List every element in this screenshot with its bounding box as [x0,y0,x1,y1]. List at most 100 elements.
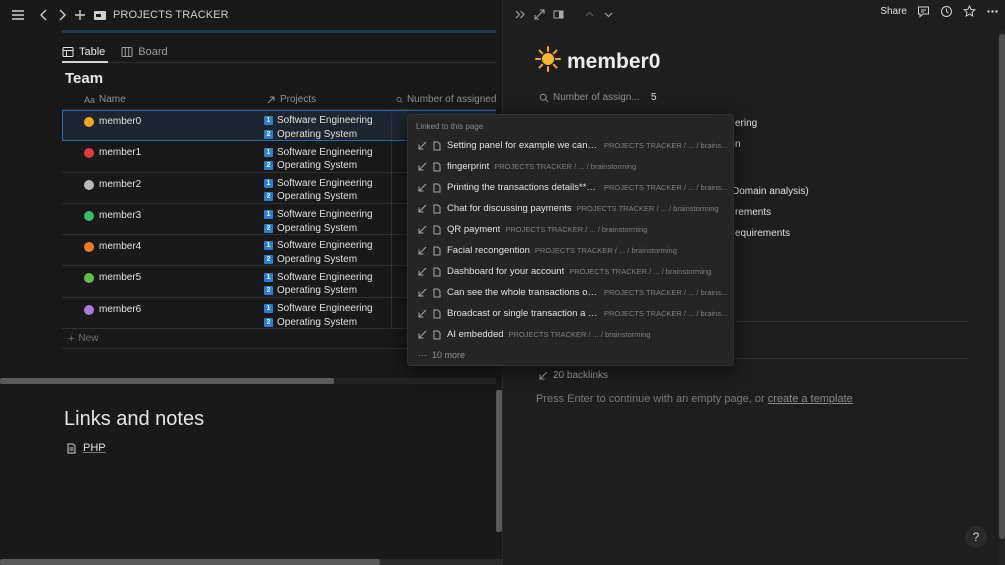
backlink-item[interactable]: Broadcast or single transaction a ti... P… [408,303,735,324]
cell-projects[interactable]: 1 Software Engineering 2 Operating System [260,297,392,329]
side-peek-icon[interactable] [551,7,566,22]
history-clock-icon[interactable] [940,5,953,18]
close-peek-icon[interactable] [513,7,528,22]
backlink-path: PROJECTS TRACKER / ... / brainstorming [505,225,648,234]
column-number-label: Number of assigned t [406,94,502,105]
backlink-item[interactable]: Can see the whole transactions ov... PROJ… [408,282,735,303]
project-relation[interactable]: 1 Software Engineering [264,302,391,316]
property-number-assigned[interactable]: Number of assign... 5 [539,92,657,103]
member-name[interactable]: member4 [99,241,141,252]
backlink-title: Setting panel for example we can t... [447,140,599,151]
tab-board[interactable]: Board [121,46,168,58]
member-name[interactable]: member6 [99,304,141,315]
left-bottom-scroll-track[interactable] [380,559,502,565]
cell-projects[interactable]: 1 Software Engineering 2 Operating System [260,141,392,173]
backlink-arrow-icon [418,162,427,171]
cell-name[interactable]: member5 [62,266,260,296]
forward-arrow-icon[interactable] [53,6,71,24]
cell-projects[interactable]: 1 Software Engineering 2 Operating System [260,172,392,204]
column-header-number[interactable]: Number of assigned t [392,94,502,105]
cell-projects[interactable]: 1 Software Engineering 2 Operating System [260,110,392,142]
cell-projects[interactable]: 1 Software Engineering 2 Operating System [260,266,392,298]
sun-icon[interactable] [535,46,561,72]
number-badge-icon: 1 [264,210,273,220]
sun-icon [84,117,94,127]
hamburger-menu-icon[interactable] [9,6,27,24]
project-relation[interactable]: 2 Operating System [264,128,391,142]
table-horizontal-scroll-thumb[interactable] [0,378,334,384]
member-name[interactable]: member5 [99,272,141,283]
database-title[interactable]: Team [65,70,103,87]
backlink-item[interactable]: Printing the transactions details**p... P… [408,177,735,198]
project-relation[interactable]: 2 Operating System [264,253,391,267]
plus-icon[interactable] [71,6,89,24]
show-more-button[interactable]: ··· 10 more [418,350,465,360]
chevron-up-icon[interactable] [582,7,597,22]
project-relation[interactable]: 2 Operating System [264,315,391,329]
project-name: Software Engineering [277,303,373,315]
project-relation[interactable]: 1 Software Engineering [264,177,391,191]
cell-name[interactable]: member0 [62,110,260,140]
more-options-icon[interactable] [986,5,999,18]
project-relation[interactable]: 1 Software Engineering [264,239,391,253]
backlink-item[interactable]: AI embedded PROJECTS TRACKER / ... / brai… [408,324,735,345]
project-relation[interactable]: 1 Software Engineering [264,208,391,222]
project-relation[interactable]: 2 Operating System [264,221,391,235]
project-relation[interactable]: 2 Operating System [264,190,391,204]
cell-name[interactable]: member2 [62,173,260,203]
cell-projects[interactable]: 1 Software Engineering 2 Operating System [260,203,392,235]
cell-name[interactable]: member3 [62,204,260,234]
right-vertical-scroll-thumb[interactable] [999,34,1005,539]
member-name[interactable]: member0 [99,116,141,127]
member-name[interactable]: member1 [99,147,141,158]
more-dots-icon: ··· [418,350,427,360]
cell-projects[interactable]: 1 Software Engineering 2 Operating System [260,235,392,267]
project-name: Software Engineering [277,177,373,189]
search-icon [539,93,549,102]
chevron-down-icon[interactable] [601,7,616,22]
text-property-icon: Aa [84,94,96,105]
expand-icon[interactable] [532,7,547,22]
cell-name[interactable]: member4 [62,235,260,265]
backlink-item[interactable]: Setting panel for example we can t... PRO… [408,135,735,156]
project-relation[interactable]: 1 Software Engineering [264,114,391,128]
project-relation[interactable]: 1 Software Engineering [264,270,391,284]
page-icon [433,225,441,234]
comment-icon[interactable] [917,5,930,18]
create-template-link[interactable]: create a template [768,393,853,405]
board-icon [121,47,133,57]
member-name[interactable]: member3 [99,210,141,221]
left-bottom-scroll-thumb[interactable] [0,559,380,565]
number-badge-icon: 1 [264,147,273,157]
backlink-item[interactable]: fingerprint PROJECTS TRACKER / ... / brai… [408,156,735,177]
cell-name[interactable]: member1 [62,141,260,171]
backlink-path: PROJECTS TRACKER / ... / brainstorming [576,204,719,213]
tab-table[interactable]: Table [62,46,105,58]
backlink-title: Can see the whole transactions ov... [447,287,599,298]
column-header-name[interactable]: Aa Name [62,94,260,105]
backlink-item[interactable]: QR payment PROJECTS TRACKER / ... / brain… [408,219,735,240]
number-badge-icon: 1 [264,178,273,188]
backlink-item[interactable]: Dashboard for your account PROJECTS TRACK… [408,261,735,282]
plus-icon: + [68,332,75,345]
member-name[interactable]: member2 [99,179,141,190]
back-arrow-icon[interactable] [35,6,53,24]
project-relation[interactable]: 1 Software Engineering [264,145,391,159]
php-page-link[interactable]: PHP [66,442,106,454]
breadcrumb-title[interactable]: PROJECTS TRACKER [113,9,229,21]
backlinks-toggle[interactable]: 20 backlinks [539,370,608,381]
project-relation[interactable]: 2 Operating System [264,284,391,298]
project-relation[interactable]: 2 Operating System [264,159,391,173]
column-header-projects[interactable]: Projects [260,94,392,105]
share-button[interactable]: Share [880,6,907,17]
links-heading: Links and notes [64,408,205,430]
backlinks-popup: Linked to this page Setting panel for ex… [407,114,734,366]
backlink-item[interactable]: Chat for discussing payments PROJECTS TRA… [408,198,735,219]
page-title[interactable]: member0 [567,50,660,74]
number-badge-icon: 1 [264,116,273,126]
help-button[interactable]: ? [965,526,987,548]
page-icon [433,183,441,192]
backlink-item[interactable]: Facial recongention PROJECTS TRACKER / ..… [408,240,735,261]
favorite-star-icon[interactable] [963,5,976,18]
cell-name[interactable]: member6 [62,298,260,328]
